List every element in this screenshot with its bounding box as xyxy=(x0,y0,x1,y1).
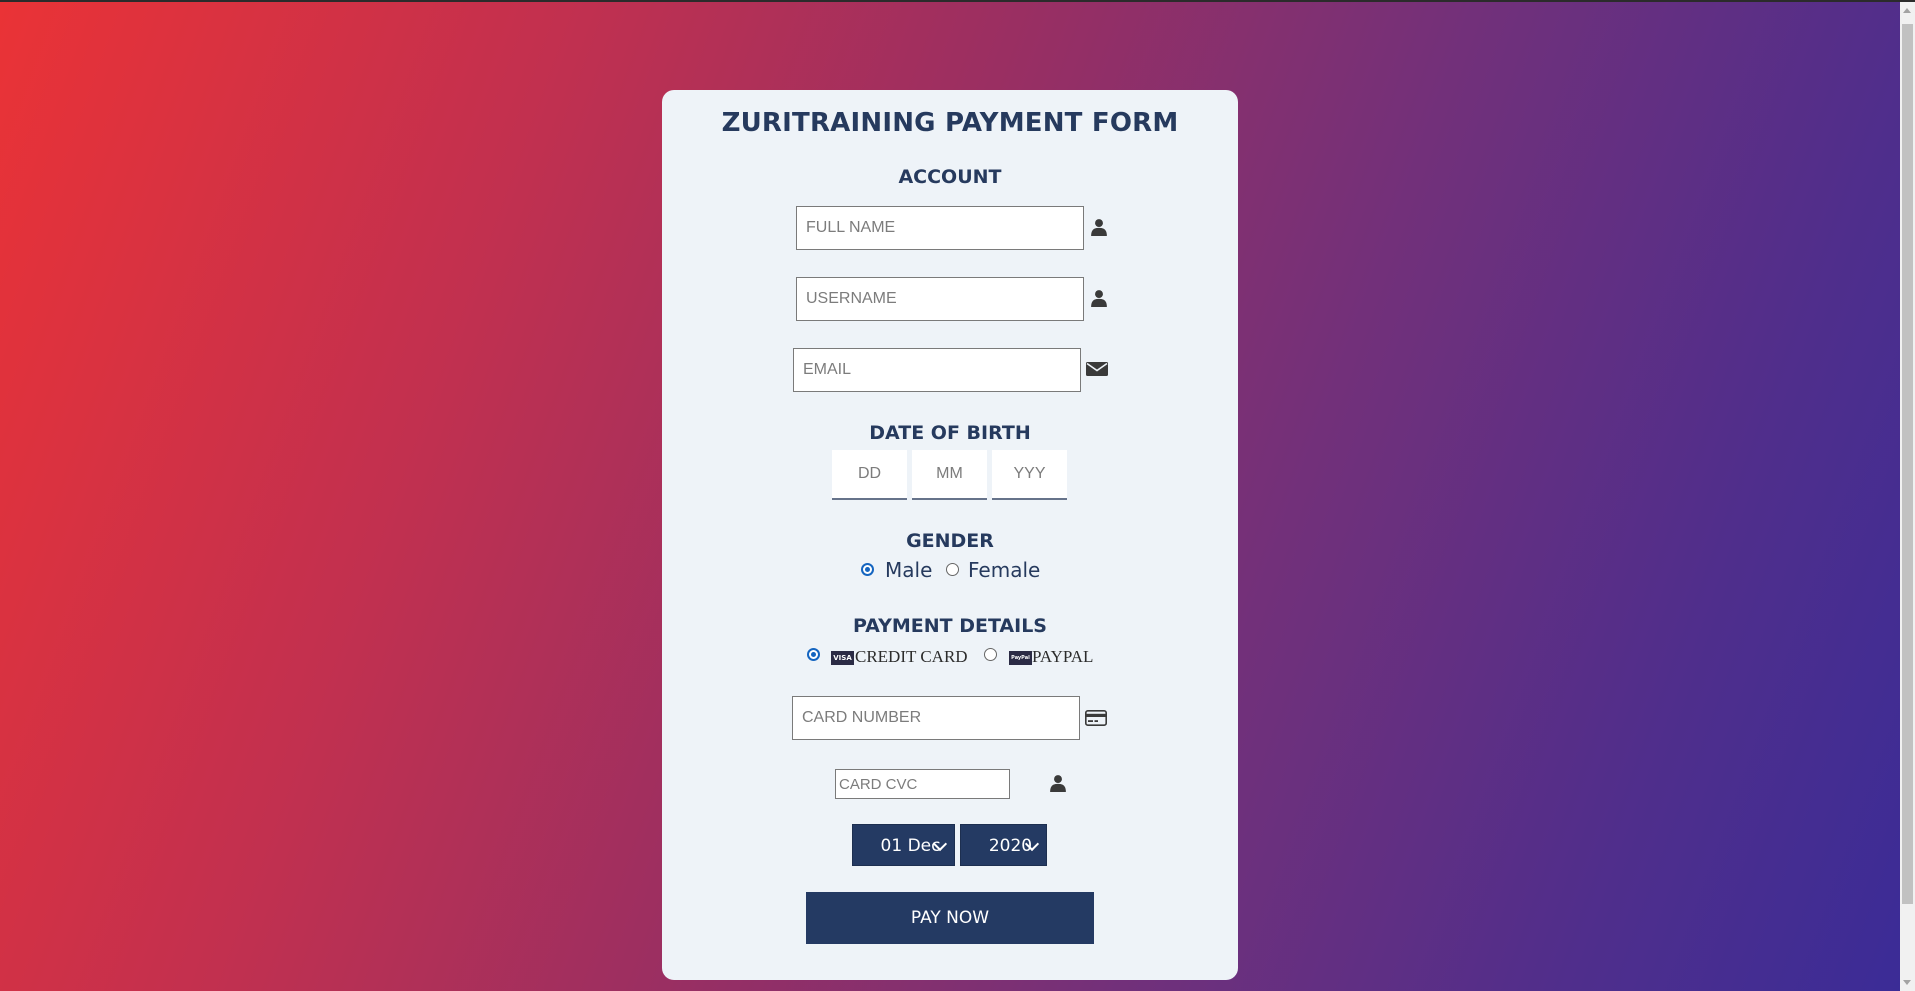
full-name-input[interactable] xyxy=(796,206,1084,250)
expiry-day-value: 01 Dec xyxy=(880,836,941,856)
visa-logo-icon: VISA xyxy=(831,651,854,665)
credit-card-icon xyxy=(1085,710,1107,726)
gender-female-label[interactable]: Female xyxy=(968,558,1040,582)
expiry-day-select[interactable]: 01 Dec xyxy=(852,824,955,866)
dob-heading: DATE OF BIRTH xyxy=(869,422,1031,444)
scrollbar-thumb[interactable] xyxy=(1902,24,1913,904)
card-number-input[interactable] xyxy=(792,696,1080,740)
dob-day-input[interactable] xyxy=(832,450,907,500)
payment-paypal-label[interactable]: PAYPAL xyxy=(1032,647,1093,667)
payment-form-card: ZURITRAINING PAYMENT FORM ACCOUNT DATE O… xyxy=(662,90,1238,980)
account-heading: ACCOUNT xyxy=(898,166,1002,188)
user-icon xyxy=(1050,775,1066,792)
vertical-scrollbar[interactable] xyxy=(1900,2,1915,991)
expiry-year-select[interactable]: 2020 xyxy=(960,824,1047,866)
pay-now-button[interactable]: PAY NOW xyxy=(806,892,1094,944)
paypal-logo-icon: PayPal xyxy=(1009,651,1032,665)
email-input[interactable] xyxy=(793,348,1081,392)
page-title: ZURITRAINING PAYMENT FORM xyxy=(721,108,1179,138)
window-top-border xyxy=(0,0,1915,2)
user-icon xyxy=(1091,290,1107,307)
dob-month-input[interactable] xyxy=(912,450,987,500)
payment-credit-card-radio[interactable] xyxy=(807,648,820,661)
payment-details-heading: PAYMENT DETAILS xyxy=(853,615,1047,637)
username-input[interactable] xyxy=(796,277,1084,321)
dob-year-input[interactable] xyxy=(992,450,1067,500)
payment-paypal-radio[interactable] xyxy=(984,648,997,661)
gender-male-radio[interactable] xyxy=(861,563,874,576)
gender-male-label[interactable]: Male xyxy=(885,558,932,582)
user-icon xyxy=(1091,219,1107,236)
gender-heading: GENDER xyxy=(906,530,994,552)
scroll-up-arrow-icon[interactable] xyxy=(1903,8,1911,13)
gender-female-radio[interactable] xyxy=(946,563,959,576)
payment-credit-card-label[interactable]: CREDIT CARD xyxy=(855,647,968,667)
envelope-icon xyxy=(1086,362,1108,376)
card-cvc-input[interactable] xyxy=(835,769,1010,799)
scroll-down-arrow-icon[interactable] xyxy=(1903,980,1911,985)
expiry-year-value: 2020 xyxy=(988,836,1033,856)
